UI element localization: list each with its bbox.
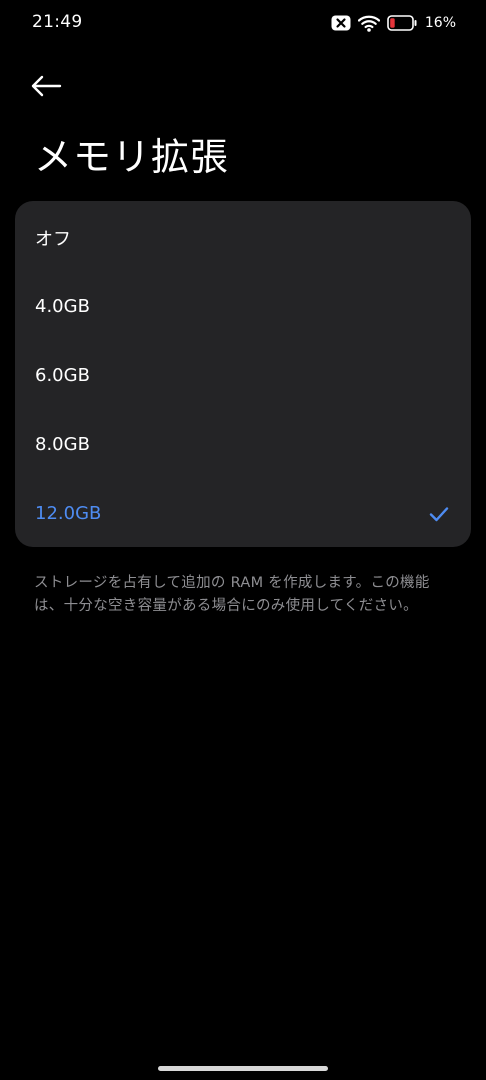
status-time: 21:49 bbox=[32, 12, 83, 32]
option-12gb[interactable]: 12.0GB bbox=[15, 479, 471, 548]
option-label: オフ bbox=[35, 228, 71, 250]
option-off[interactable]: オフ bbox=[15, 203, 471, 272]
back-button[interactable] bbox=[30, 68, 70, 104]
option-6gb[interactable]: 6.0GB bbox=[15, 341, 471, 410]
description-text: ストレージを占有して追加の RAM を作成します。この機能は、十分な空き容量があ… bbox=[34, 575, 430, 614]
option-label: 8.0GB bbox=[35, 434, 90, 455]
option-label: 6.0GB bbox=[35, 365, 90, 386]
home-indicator[interactable] bbox=[158, 1066, 328, 1071]
wifi-icon bbox=[357, 15, 380, 32]
back-arrow-icon bbox=[31, 75, 62, 97]
checkmark-icon bbox=[429, 506, 449, 522]
option-8gb[interactable]: 8.0GB bbox=[15, 410, 471, 479]
data-saver-off-icon bbox=[331, 15, 351, 31]
status-icons: 16% bbox=[331, 12, 456, 34]
option-4gb[interactable]: 4.0GB bbox=[15, 272, 471, 341]
battery-percent: 16% bbox=[424, 15, 456, 31]
memory-size-options: オフ 4.0GB 6.0GB 8.0GB 12.0GB bbox=[15, 201, 471, 547]
status-bar: 21:49 16% bbox=[0, 0, 486, 48]
option-label: 4.0GB bbox=[35, 296, 90, 317]
battery-icon bbox=[387, 15, 417, 31]
option-label: 12.0GB bbox=[35, 503, 102, 524]
page-title: メモリ拡張 bbox=[34, 135, 230, 179]
